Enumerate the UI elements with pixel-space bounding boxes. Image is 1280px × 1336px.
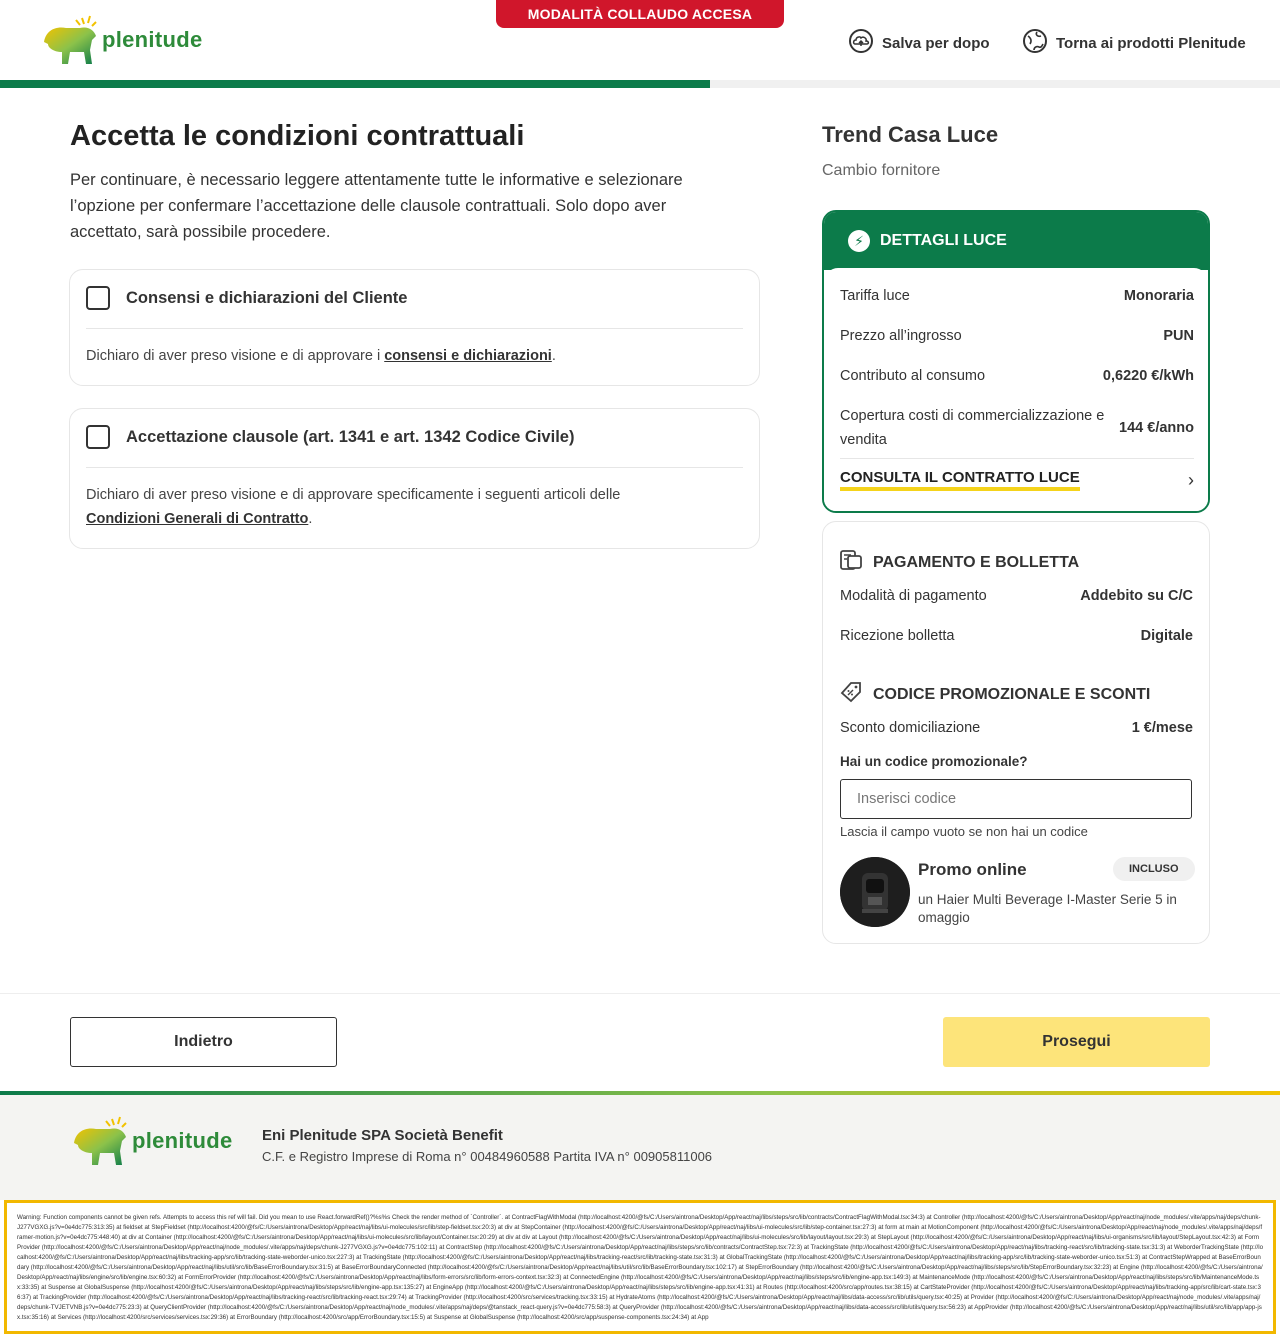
consents-row[interactable]: Consensi e dichiarazioni del Cliente	[86, 286, 407, 310]
detail-value: Monoraria	[1123, 288, 1194, 304]
save-for-later-label: Salva per dopo	[882, 34, 990, 52]
detail-label: Sconto domiciliazione	[840, 720, 981, 736]
detail-row: Sconto domiciliazione 1 €/mese	[840, 720, 1193, 736]
detail-label: Prezzo all’ingrosso	[840, 328, 962, 344]
clauses-checkbox[interactable]	[86, 425, 110, 449]
page-title: Accetta le condizioni contrattuali	[70, 120, 525, 152]
detail-value: Addebito su C/C	[1080, 588, 1193, 604]
detail-label: Ricezione bolletta	[840, 628, 955, 644]
back-to-products-label: Torna ai prodotti Plenitude	[1056, 34, 1246, 52]
detail-label: Copertura costi di commercializzazione e…	[840, 408, 1105, 448]
clauses-description: Dichiaro di aver preso visione e di appr…	[86, 483, 686, 531]
divider	[840, 458, 1194, 459]
clauses-row[interactable]: Accettazione clausole (art. 1341 e art. …	[86, 425, 574, 449]
globe-icon	[1022, 28, 1048, 58]
footer-registry: C.F. e Registro Imprese di Roma n° 00484…	[262, 1149, 713, 1164]
promo-code-input[interactable]	[840, 779, 1192, 819]
cloud-upload-icon	[848, 28, 874, 58]
contract-link-row[interactable]: CONSULTA IL CONTRATTO LUCE ›	[840, 469, 1194, 491]
detail-row: Copertura costi di commercializzazione e…	[840, 404, 1194, 452]
progress-bar-fill	[0, 80, 711, 88]
divider	[86, 467, 743, 468]
logo-wordmark: plenitude	[102, 27, 203, 52]
detail-value: 1 €/mese	[1131, 720, 1193, 736]
consents-checkbox[interactable]	[86, 286, 110, 310]
consents-desc-text: Dichiaro di aver preso visione e di appr…	[86, 348, 385, 364]
consents-link[interactable]: consensi e dichiarazioni	[384, 348, 552, 364]
consents-card: Consensi e dichiarazioni del Cliente Dic…	[69, 269, 760, 386]
chevron-right-icon: ›	[1188, 469, 1194, 490]
consents-description: Dichiaro di aver preso visione e di appr…	[86, 344, 743, 368]
detail-label: Tariffa luce	[840, 288, 910, 304]
product-subtitle: Cambio fornitore	[822, 162, 941, 179]
included-badge: INCLUSO	[1113, 857, 1195, 881]
dog-logo-icon	[44, 15, 97, 64]
footer-company: Eni Plenitude SPA Società Benefit	[262, 1127, 503, 1144]
consult-contract-link[interactable]: CONSULTA IL CONTRATTO LUCE	[840, 469, 1080, 491]
promo-code-hint: Lascia il campo vuoto se non hai un codi…	[840, 824, 1088, 839]
bill-icon	[839, 548, 863, 577]
back-button[interactable]: Indietro	[70, 1017, 337, 1067]
product-name: Trend Casa Luce	[822, 122, 999, 147]
detail-label: Contributo al consumo	[840, 368, 986, 384]
payment-section-title: PAGAMENTO E BOLLETTA	[839, 548, 1079, 577]
plenitude-logo[interactable]: plenitude	[40, 14, 202, 66]
detail-row: Tariffa luce Monoraria	[840, 288, 1194, 304]
clauses-desc-suffix: .	[308, 511, 313, 527]
promo-code-question: Hai un codice promozionale?	[840, 754, 1028, 769]
payment-title-text: PAGAMENTO E BOLLETTA	[873, 553, 1080, 571]
luce-details-card: ⚡ DETTAGLI LUCE Tariffa luce Monoraria P…	[822, 210, 1210, 513]
detail-row: Contributo al consumo 0,6220 €/kWh	[840, 368, 1194, 384]
back-to-products-link[interactable]: Torna ai prodotti Plenitude	[1022, 28, 1246, 58]
footer-logo[interactable]: plenitude	[70, 1115, 232, 1167]
detail-row: Prezzo all’ingrosso PUN	[840, 328, 1194, 344]
detail-label: Modalità di pagamento	[840, 588, 987, 604]
clauses-title: Accettazione clausole (art. 1341 e art. …	[126, 427, 575, 446]
consents-title: Consensi e dichiarazioni del Cliente	[126, 288, 408, 307]
detail-value: 144 €/anno	[1119, 420, 1194, 436]
payment-promo-card: PAGAMENTO E BOLLETTA Modalità di pagamen…	[822, 521, 1210, 944]
detail-row: Modalità di pagamento Addebito su C/C	[840, 588, 1193, 604]
consents-desc-suffix: .	[551, 348, 556, 364]
promo-online-title: Promo online	[918, 860, 1027, 879]
console-warning-overlay: Warning: Function components cannot be g…	[4, 1200, 1276, 1334]
test-mode-banner: MODALITÀ COLLAUDO ACCESA	[496, 0, 784, 28]
page-intro: Per continuare, è necessario leggere att…	[70, 171, 683, 241]
general-conditions-link[interactable]: Condizioni Generali di Contratto	[86, 511, 308, 527]
save-for-later-link[interactable]: Salva per dopo	[848, 28, 990, 58]
logo-wordmark: plenitude	[132, 1128, 233, 1153]
promo-online-description: un Haier Multi Beverage I-Master Serie 5…	[918, 892, 1177, 925]
luce-details-title: DETTAGLI LUCE	[880, 232, 1007, 249]
detail-row: Ricezione bolletta Digitale	[840, 628, 1193, 644]
continue-button[interactable]: Prosegui	[943, 1017, 1210, 1067]
lightning-icon: ⚡	[848, 230, 870, 252]
promo-section-title: CODICE PROMOZIONALE E SCONTI	[839, 680, 1150, 709]
clauses-desc-text: Dichiaro di aver preso visione e di appr…	[86, 487, 621, 503]
tag-discount-icon	[839, 680, 863, 709]
luce-details-header: ⚡ DETTAGLI LUCE	[824, 212, 1208, 270]
divider	[86, 328, 743, 329]
clauses-card: Accettazione clausole (art. 1341 e art. …	[69, 408, 760, 549]
detail-value: 0,6220 €/kWh	[1102, 368, 1194, 384]
dog-logo-icon	[74, 1116, 127, 1165]
detail-value: Digitale	[1140, 628, 1193, 644]
detail-value: PUN	[1163, 328, 1194, 344]
promo-title-text: CODICE PROMOZIONALE E SCONTI	[873, 685, 1151, 703]
product-image	[840, 857, 910, 927]
coffee-machine-icon	[840, 857, 910, 927]
